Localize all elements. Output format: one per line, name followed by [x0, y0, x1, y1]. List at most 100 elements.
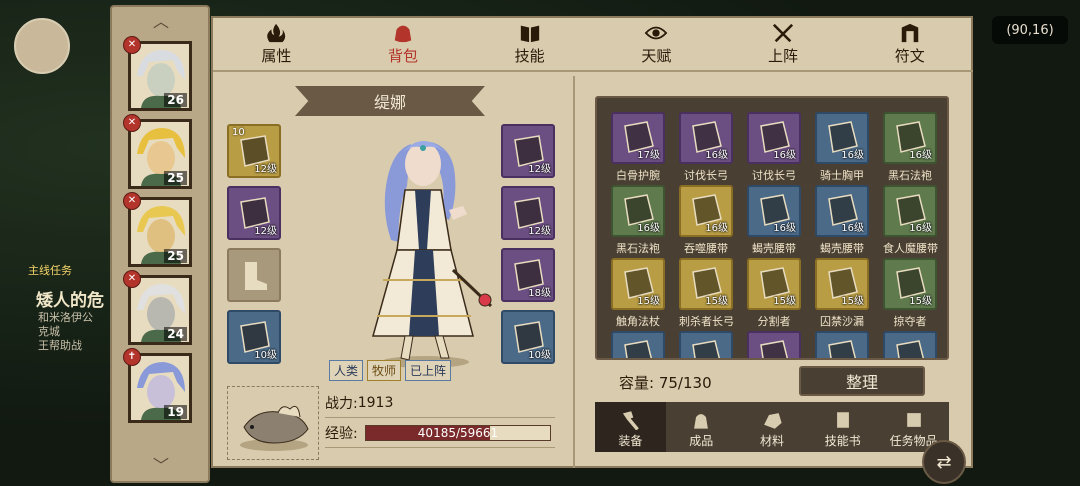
power-row: 战力: 1913: [325, 388, 555, 418]
background-left-hud: [0, 0, 110, 486]
inventory-item[interactable]: 16级 讨伐长弓: [679, 112, 733, 185]
inventory-item[interactable]: 16级 讨伐长弓: [747, 112, 801, 185]
inventory-item-icon: [692, 340, 721, 358]
hero-slot[interactable]: ✕ 26: [123, 36, 192, 111]
inventory-item[interactable]: 16级 食人魔腰带: [883, 185, 938, 258]
quest-name: 矮人的危: [36, 291, 104, 311]
inventory-item-slot[interactable]: 16级: [679, 112, 733, 164]
inventory-item-slot[interactable]: 16级: [679, 185, 733, 237]
hero-slot[interactable]: ✕ 24: [123, 270, 192, 345]
inventory-item-slot[interactable]: 16级: [815, 185, 869, 237]
category-tab-ore[interactable]: 材料: [737, 402, 808, 452]
flame-icon: [267, 23, 286, 43]
inventory-item-slot[interactable]: 16级: [747, 185, 801, 237]
inventory-item[interactable]: [815, 331, 869, 358]
item-level: 16级: [773, 150, 796, 161]
inventory-item[interactable]: [611, 331, 665, 358]
item-level: 12级: [528, 226, 551, 237]
player-avatar[interactable]: [14, 18, 70, 74]
item-level: 10级: [254, 350, 277, 361]
item-level: 16级: [841, 223, 864, 234]
equipment-slot-left[interactable]: 10 12级: [227, 124, 281, 178]
main-quest-tracker[interactable]: 主线任务 矮人的危 和米洛伊公 克城 王帮助战: [0, 262, 120, 382]
crossed-swords-icon: [772, 23, 794, 43]
tab-crossed-swords[interactable]: 上阵: [720, 18, 847, 70]
close-icon: ⇄: [936, 451, 952, 473]
scroll-down-arrow-icon[interactable]: ﹀: [150, 458, 172, 474]
rune-icon: [901, 23, 918, 43]
quest-title: 主线任务: [28, 264, 72, 277]
hero-slot[interactable]: ✝ 19: [123, 348, 192, 423]
inventory-item-slot[interactable]: 16级: [611, 185, 665, 237]
inventory-item[interactable]: 16级 蝎壳腰带: [815, 185, 869, 258]
inventory-item[interactable]: 16级 黑石法袍: [883, 112, 937, 185]
quest-desc-line: 王帮助战: [38, 339, 82, 352]
hero-slot[interactable]: ✕ 25: [123, 192, 192, 267]
category-tab-bag[interactable]: 成品: [666, 402, 737, 452]
item-level: 15级: [773, 296, 796, 307]
inventory-item-slot[interactable]: [815, 331, 869, 358]
inventory-item[interactable]: 17级白骨护腕: [611, 112, 665, 185]
close-button[interactable]: ⇄: [922, 440, 966, 484]
item-level: 16级: [705, 223, 728, 234]
inventory-item-slot[interactable]: 15级: [679, 258, 733, 310]
inventory-item[interactable]: 15级 囚禁沙漏: [815, 258, 869, 331]
inventory-item-slot[interactable]: [883, 331, 937, 358]
category-label: 技能书: [824, 434, 861, 448]
inventory-grid-container[interactable]: 17级 白骨护腕 16级 讨伐长弓 16级 讨伐长弓 16级 骑士胸甲 16级 黑石法袍 16级 黑石…: [595, 96, 949, 360]
tab-book[interactable]: 技能: [466, 18, 593, 70]
tab-rune[interactable]: 符文: [846, 18, 973, 70]
item-level: 15级: [637, 296, 660, 307]
organize-button[interactable]: 整理: [799, 366, 925, 396]
tab-bag[interactable]: 背包: [340, 18, 467, 70]
inventory-item[interactable]: [679, 331, 733, 358]
class-tag: 牧师: [367, 360, 402, 381]
equipment-slot-right[interactable]: 12级: [501, 124, 555, 178]
category-tab-hammer[interactable]: 装备: [595, 402, 666, 452]
equipment-slot-left[interactable]: 12级: [227, 186, 281, 240]
inventory-item[interactable]: 16级 蝎壳腰带: [747, 185, 801, 258]
inventory-item-slot[interactable]: [679, 331, 733, 358]
inventory-item[interactable]: 15级 分割者: [747, 258, 801, 331]
item-level: 16级: [909, 150, 932, 161]
bag-icon: [694, 414, 709, 429]
inventory-item-slot[interactable]: 16级: [815, 112, 869, 164]
inventory-item[interactable]: 16级 吞噬腰带: [679, 185, 733, 258]
inventory-item-slot[interactable]: 15级: [611, 258, 665, 310]
inventory-item[interactable]: 16级黑石法袍: [611, 185, 665, 258]
tab-label: 属性: [261, 47, 292, 65]
inventory-item-slot[interactable]: 17级: [611, 112, 665, 164]
equipment-slot-right[interactable]: 12级: [501, 186, 555, 240]
inventory-item-slot[interactable]: [747, 331, 801, 358]
category-tab-scroll[interactable]: 技能书: [807, 402, 878, 452]
item-name: 白骨护腕: [616, 169, 660, 182]
item-name: 掠夺者: [893, 315, 927, 328]
category-label: 成品: [689, 434, 714, 448]
inventory-item[interactable]: [747, 331, 801, 358]
inventory-item-slot[interactable]: 16级: [883, 112, 937, 164]
hero-slot[interactable]: ✕ 25: [123, 114, 192, 189]
inventory-item[interactable]: 15级掠夺者: [883, 258, 937, 331]
inventory-item-icon: [624, 340, 653, 358]
inventory-item[interactable]: [883, 331, 937, 358]
inventory-item[interactable]: 15级 刺杀者长弓: [679, 258, 734, 331]
equipment-slot-left[interactable]: [227, 248, 281, 302]
inventory-item-slot[interactable]: 15级: [815, 258, 869, 310]
equipment-slot-left[interactable]: 10级: [227, 310, 281, 364]
item-name: 黑石法袍: [616, 242, 660, 255]
inventory-item-slot[interactable]: 16级: [883, 185, 937, 237]
scroll-up-arrow-icon[interactable]: ︿: [150, 14, 172, 30]
inventory-item[interactable]: 16级 骑士胸甲: [815, 112, 869, 185]
tab-eye[interactable]: 天赋: [593, 18, 720, 70]
pet-slot[interactable]: [227, 386, 319, 460]
ore-icon: [764, 413, 782, 429]
inventory-item-slot[interactable]: 15级: [883, 258, 937, 310]
equipment-slot-right[interactable]: 18级: [501, 248, 555, 302]
xp-bar: 40185/59661: [365, 425, 551, 441]
inventory-item-slot[interactable]: [611, 331, 665, 358]
equipment-slot-right[interactable]: 10级: [501, 310, 555, 364]
tab-flame[interactable]: 属性: [213, 18, 340, 70]
inventory-item-slot[interactable]: 16级: [747, 112, 801, 164]
inventory-item[interactable]: 15级 触角法杖: [611, 258, 665, 331]
inventory-item-slot[interactable]: 15级: [747, 258, 801, 310]
